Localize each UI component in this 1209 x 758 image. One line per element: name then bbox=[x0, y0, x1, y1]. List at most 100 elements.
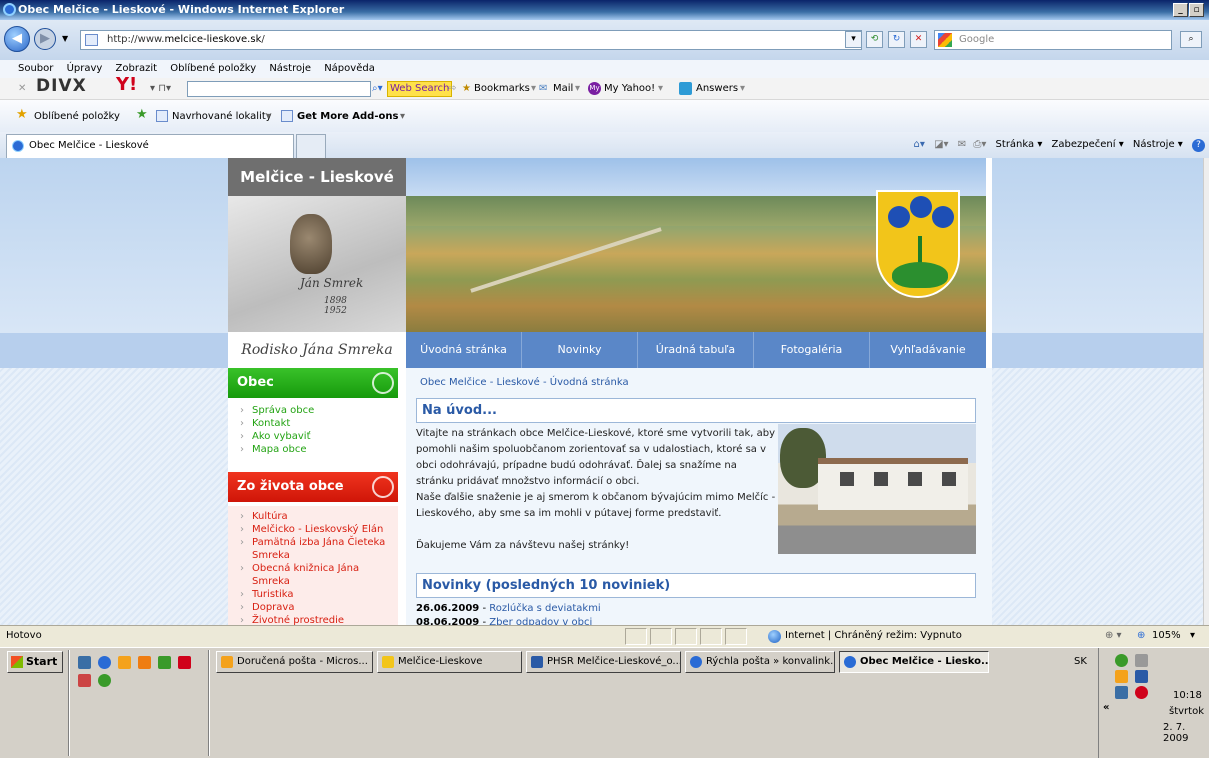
add-favorites-icon[interactable]: ★ bbox=[136, 108, 148, 122]
status-cell bbox=[650, 628, 672, 645]
news-link[interactable]: Zber odpadov v obci bbox=[489, 617, 592, 625]
toolbar-close-icon[interactable]: ✕ bbox=[18, 82, 26, 96]
home-icon[interactable]: ⌂▾ bbox=[914, 139, 925, 150]
forward-button[interactable]: ▶ bbox=[34, 28, 56, 50]
page-dropdown-icon[interactable]: ▾ bbox=[1034, 139, 1042, 150]
breadcrumb[interactable]: Obec Melčice - Lieskové - Úvodná stránka bbox=[420, 377, 629, 388]
stop-icon[interactable]: ✕ bbox=[910, 31, 927, 48]
nav-uradna-tabula[interactable]: Úradná tabuľa bbox=[638, 332, 754, 368]
my-yahoo-dropdown-icon[interactable]: ▾ bbox=[658, 82, 663, 96]
show-desktop-icon[interactable] bbox=[78, 656, 91, 669]
search-input[interactable]: Google bbox=[934, 30, 1172, 50]
bookmarks-button[interactable]: Bookmarks bbox=[474, 82, 530, 96]
menu-soubor[interactable]: Soubor bbox=[18, 63, 53, 74]
print-icon[interactable]: ⎙▾ bbox=[973, 139, 986, 150]
addons-dropdown-icon[interactable]: ▾ bbox=[400, 110, 405, 124]
web-search-button[interactable]: Web Search bbox=[387, 81, 453, 97]
network-icon[interactable] bbox=[1115, 686, 1128, 699]
refresh-icon[interactable]: ↻ bbox=[888, 31, 905, 48]
app3-quicklaunch-icon[interactable] bbox=[78, 674, 91, 687]
task-ie-active[interactable]: Obec Melčice - Liesko... bbox=[839, 651, 989, 673]
tools-menu[interactable]: Nástroje bbox=[1133, 139, 1175, 150]
tab-melcice[interactable]: Obec Melčice - Lieskové bbox=[6, 134, 294, 158]
yahoo-search-input[interactable] bbox=[187, 81, 371, 97]
link-kniznica[interactable]: Obecná knižnica Jána Smreka bbox=[238, 562, 398, 588]
bookmarks-dropdown-icon[interactable]: ▾ bbox=[531, 82, 536, 96]
zoom-icon[interactable]: ⊕ bbox=[1137, 626, 1145, 646]
link-kultura[interactable]: Kultúra bbox=[238, 510, 398, 523]
nav-fotogaleria[interactable]: Fotogaléria bbox=[754, 332, 870, 368]
link-elan[interactable]: Melčicko - Lieskovský Elán bbox=[238, 523, 398, 536]
link-pamatna-izba[interactable]: Pamätná izba Jána Čieteka Smreka bbox=[238, 536, 398, 562]
security-zone-text[interactable]: Internet | Chráněný režim: Vypnuto bbox=[785, 626, 962, 646]
menu-upravy[interactable]: Úpravy bbox=[67, 63, 103, 74]
page-menu[interactable]: Stránka bbox=[996, 139, 1035, 150]
favorites-button[interactable]: Oblíbené položky bbox=[34, 110, 120, 124]
history-dropdown-icon[interactable]: ▼ bbox=[62, 34, 68, 43]
menu-napoveda[interactable]: Nápověda bbox=[324, 63, 375, 74]
address-input[interactable]: http://www.melcice-lieskove.sk/ bbox=[80, 30, 862, 50]
start-button[interactable]: Start bbox=[7, 651, 63, 673]
task-word-doc[interactable]: PHSR Melčice-Lieskové_o... bbox=[526, 651, 681, 673]
link-kontakt[interactable]: Kontakt bbox=[238, 417, 398, 430]
app4-quicklaunch-icon[interactable] bbox=[98, 674, 111, 687]
help-icon[interactable]: ? bbox=[1192, 139, 1205, 152]
compatibility-icon[interactable]: ⟲ bbox=[866, 31, 883, 48]
vertical-scrollbar[interactable] bbox=[1203, 158, 1209, 625]
task-mail-browser[interactable]: Rýchla pošta » konvalink... bbox=[685, 651, 835, 673]
tray-icon[interactable] bbox=[1135, 654, 1148, 667]
tray-icon[interactable] bbox=[1115, 670, 1128, 683]
mail-button[interactable]: Mail bbox=[553, 82, 573, 96]
divx-logo[interactable]: DIVX bbox=[36, 78, 87, 95]
answers-button[interactable]: Answers bbox=[696, 82, 738, 96]
link-mapa-obce[interactable]: Mapa obce bbox=[238, 443, 398, 456]
nav-vyhladavanie[interactable]: Vyhľadávanie bbox=[870, 332, 986, 368]
back-button[interactable]: ◀ bbox=[4, 26, 30, 52]
nav-novinky[interactable]: Novinky bbox=[522, 332, 638, 368]
my-yahoo-button[interactable]: My Yahoo! bbox=[604, 82, 655, 96]
menu-nastroje[interactable]: Nástroje bbox=[269, 63, 311, 74]
addons-button[interactable]: Get More Add-ons bbox=[297, 110, 398, 124]
link-doprava[interactable]: Doprava bbox=[238, 601, 398, 614]
language-indicator[interactable]: SK bbox=[1074, 656, 1087, 667]
tray-icon[interactable] bbox=[1115, 654, 1128, 667]
task-melcice-folder[interactable]: Melčice-Lieskove bbox=[377, 651, 522, 673]
tools-dropdown-icon[interactable]: ▾ bbox=[1175, 139, 1183, 150]
address-dropdown-icon[interactable]: ▾ bbox=[845, 31, 862, 48]
menu-zobrazit[interactable]: Zobrazit bbox=[116, 63, 158, 74]
ie-quicklaunch-icon[interactable] bbox=[98, 656, 111, 669]
security-menu[interactable]: Zabezpečení bbox=[1052, 139, 1116, 150]
toolbar-options-icon[interactable]: ▾ ⊓▾ bbox=[150, 82, 171, 96]
tray-icon[interactable] bbox=[1135, 686, 1148, 699]
read-mail-icon[interactable]: ✉ bbox=[958, 139, 966, 150]
link-ako-vybavit[interactable]: Ako vybaviť bbox=[238, 430, 398, 443]
outlook-quicklaunch-icon[interactable] bbox=[118, 656, 131, 669]
suggested-dropdown-icon[interactable]: ▾ bbox=[266, 110, 271, 124]
tray-expand-icon[interactable]: « bbox=[1103, 702, 1109, 713]
media-quicklaunch-icon[interactable] bbox=[138, 656, 151, 669]
security-dropdown-icon[interactable]: ▾ bbox=[1116, 139, 1124, 150]
search-magnifier-icon[interactable]: ⌕▾ bbox=[372, 82, 383, 96]
minimize-button[interactable]: _ bbox=[1173, 3, 1188, 17]
protected-mode-icon[interactable]: ⊕ ▾ bbox=[1105, 626, 1122, 646]
link-sprava-obce[interactable]: Správa obce bbox=[238, 404, 398, 417]
zoom-level[interactable]: 105% bbox=[1152, 626, 1181, 646]
link-zivotne-prostredie[interactable]: Životné prostredie bbox=[238, 614, 398, 625]
maximize-button[interactable]: ▫ bbox=[1189, 3, 1204, 17]
link-turistika[interactable]: Turistika bbox=[238, 588, 398, 601]
tray-icon[interactable] bbox=[1135, 670, 1148, 683]
suggested-sites-button[interactable]: Navrhované lokality bbox=[172, 110, 272, 124]
mail-dropdown-icon[interactable]: ▾ bbox=[575, 82, 580, 96]
zoom-dropdown-icon[interactable]: ▾ bbox=[1190, 626, 1195, 646]
menu-oblibene[interactable]: Oblíbené položky bbox=[170, 63, 256, 74]
yahoo-logo-icon[interactable]: Y! bbox=[116, 76, 137, 94]
app2-quicklaunch-icon[interactable] bbox=[178, 656, 191, 669]
app-quicklaunch-icon[interactable] bbox=[158, 656, 171, 669]
feeds-icon[interactable]: ◪▾ bbox=[934, 139, 948, 150]
news-link[interactable]: Rozlúčka s deviatakmi bbox=[489, 603, 600, 614]
new-tab-button[interactable] bbox=[296, 134, 326, 158]
nav-uvodna[interactable]: Úvodná stránka bbox=[406, 332, 522, 368]
task-outlook[interactable]: Doručená pošta - Micros... bbox=[216, 651, 373, 673]
answers-dropdown-icon[interactable]: ▾ bbox=[740, 82, 745, 96]
search-button[interactable]: ⌕ bbox=[1180, 31, 1202, 48]
